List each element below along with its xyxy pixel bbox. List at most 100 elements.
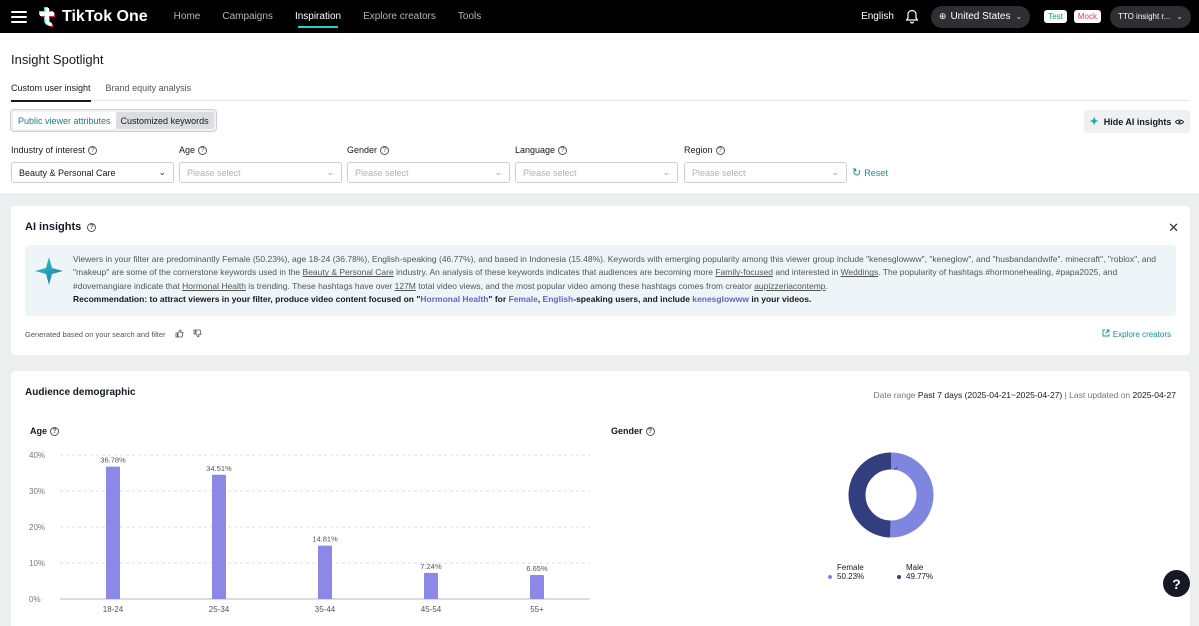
gender-select[interactable]: Please select ⌄ (347, 162, 510, 183)
language-placeholder: Please select (523, 167, 577, 178)
footnote-text: Generated based on your search and filte… (25, 330, 166, 339)
language-label: Language (515, 145, 556, 155)
rec-part: in your videos. (748, 293, 812, 304)
attribute-segment-control: Public viewer attributes Customized keyw… (10, 109, 217, 132)
bell-icon[interactable] (905, 9, 919, 24)
bar-55+ (530, 575, 544, 599)
country-selector[interactable]: ⊕ United States ⌄ (930, 5, 1031, 28)
gender-label: Gender (347, 145, 378, 155)
tab-bar: Custom user insight Brand equity analysi… (11, 83, 1189, 102)
rec-highlight: Female (508, 293, 538, 304)
date-range: Date range Past 7 days (2025-04-21~2025-… (873, 390, 1176, 400)
globe-icon: ⊕ (938, 11, 947, 21)
family-focused-link[interactable]: Family-focused (715, 267, 773, 277)
chevron-down-icon: ⌄ (326, 167, 334, 177)
demographic-title: Audience demographic (25, 387, 136, 398)
filter-age: Age? (179, 144, 208, 156)
x-tick-label: 45-54 (421, 605, 442, 614)
age-bar-chart: 0% 10% 20% 30% 40% 36.78% 18-24 34.51% 25-34 14.8… (29, 451, 590, 614)
ai-insights-title: AI insights ? (25, 221, 97, 233)
brand-name: TikTok One (62, 7, 148, 25)
chevron-down-icon: ⌄ (831, 167, 839, 177)
help-icon[interactable]: ? (645, 426, 655, 436)
weddings-link[interactable]: Weddings (841, 267, 879, 277)
bar-35-44 (318, 545, 332, 599)
hormonal-health-link[interactable]: Hormonal Health (182, 281, 246, 291)
nav-tools[interactable]: Tools (458, 0, 481, 33)
reset-button[interactable]: ↻ Reset (852, 166, 888, 179)
legend-female: Female 50.23% (828, 563, 864, 581)
industry-select[interactable]: Beauty & Personal Care ⌄ (11, 162, 174, 183)
chevron-down-icon: ⌄ (1015, 12, 1023, 21)
tiktok-logo-icon (39, 6, 55, 27)
ai-text-part: and interested in (772, 267, 841, 278)
thumbs-down-icon[interactable] (193, 329, 202, 340)
data-label: 36.78% (100, 456, 126, 465)
views-link[interactable]: 127M (395, 281, 416, 291)
ai-footnote: Generated based on your search and filte… (25, 329, 202, 340)
account-selector[interactable]: TTO insight r... ⌄ (1109, 5, 1191, 28)
date-range-value: Past 7 days (2025-04-21~2025-04-27) (917, 390, 1063, 400)
bar-25-34 (212, 474, 226, 599)
gender-placeholder: Please select (355, 167, 409, 178)
bar-18-24 (106, 466, 120, 599)
gender-section-label: Gender? (611, 426, 655, 436)
segment-customized-keywords[interactable]: Customized keywords (115, 112, 214, 129)
legend-dot (828, 574, 832, 579)
sparkle-icon: ✦ (1089, 116, 1099, 128)
filter-industry: Industry of interest? (11, 144, 98, 156)
brand-logo[interactable]: TikTok One (36, 6, 148, 27)
menu-icon[interactable] (11, 10, 27, 23)
language-select[interactable]: Please select ⌄ (515, 162, 678, 183)
nav-campaigns[interactable]: Campaigns (222, 0, 273, 33)
language-switcher[interactable]: English (861, 11, 894, 22)
bar-45-54 (424, 572, 438, 599)
hide-ai-label: Hide AI insights (1103, 116, 1172, 127)
hide-ai-insights-button[interactable]: ✦ Hide AI insights (1084, 110, 1190, 133)
reset-label: Reset (864, 167, 888, 178)
ai-insights-card: AI insights ? ✕ Viewers in your filter a… (11, 206, 1190, 355)
nav-inspiration[interactable]: Inspiration (295, 0, 341, 33)
segment-public-viewer-attributes[interactable]: Public viewer attributes (13, 112, 116, 129)
test-badge: Test (1044, 10, 1067, 23)
ai-insights-heading: AI insights (25, 221, 82, 233)
rec-highlight: kenesglowww (692, 293, 749, 304)
refresh-icon: ↻ (852, 167, 862, 179)
rec-part: Recommendation: to attract viewers in yo… (73, 293, 421, 304)
page-title: Insight Spotlight (11, 52, 104, 67)
help-icon[interactable]: ? (198, 145, 208, 155)
nav-explore-creators[interactable]: Explore creators (363, 0, 436, 33)
legend-male-name: Male (906, 563, 924, 572)
legend-female-value: 50.23% (837, 572, 865, 581)
nav-home[interactable]: Home (174, 0, 201, 33)
tab-custom-user-insight[interactable]: Custom user insight (11, 83, 91, 102)
tab-brand-equity-analysis[interactable]: Brand equity analysis (106, 83, 192, 101)
country-label: United States (950, 11, 1011, 22)
legend-male-value: 49.77% (906, 572, 934, 581)
help-icon[interactable]: ? (715, 145, 725, 155)
chevron-down-icon: ⌄ (158, 167, 166, 177)
age-section-label: Age? (30, 426, 60, 436)
help-button[interactable]: ? (1163, 570, 1190, 597)
region-select[interactable]: Please select ⌄ (684, 162, 847, 183)
rec-highlight: English (542, 293, 574, 304)
help-icon[interactable]: ? (87, 222, 97, 232)
x-tick-label: 18-24 (103, 605, 124, 614)
industry-link[interactable]: Beauty & Personal Care (303, 267, 394, 277)
help-icon[interactable]: ? (380, 145, 390, 155)
explore-creators-link[interactable]: Explore creators (1102, 329, 1171, 339)
x-tick-label: 55+ (530, 605, 544, 614)
x-tick-label: 25-34 (209, 605, 230, 614)
thumbs-up-icon[interactable] (175, 329, 184, 340)
help-icon[interactable]: ? (50, 426, 60, 436)
age-label: Age (179, 145, 196, 155)
rec-part: " for (488, 293, 509, 304)
top-navigation-bar: TikTok One Home Campaigns Inspiration Ex… (0, 0, 1199, 33)
close-icon[interactable]: ✕ (1168, 220, 1179, 236)
industry-label: Industry of interest (11, 145, 86, 155)
help-icon[interactable]: ? (88, 145, 98, 155)
creator-link[interactable]: aupizzeriacontemp (754, 281, 825, 291)
chevron-down-icon: ⌄ (1176, 12, 1183, 21)
age-select[interactable]: Please select ⌄ (179, 162, 342, 183)
help-icon[interactable]: ? (558, 145, 568, 155)
